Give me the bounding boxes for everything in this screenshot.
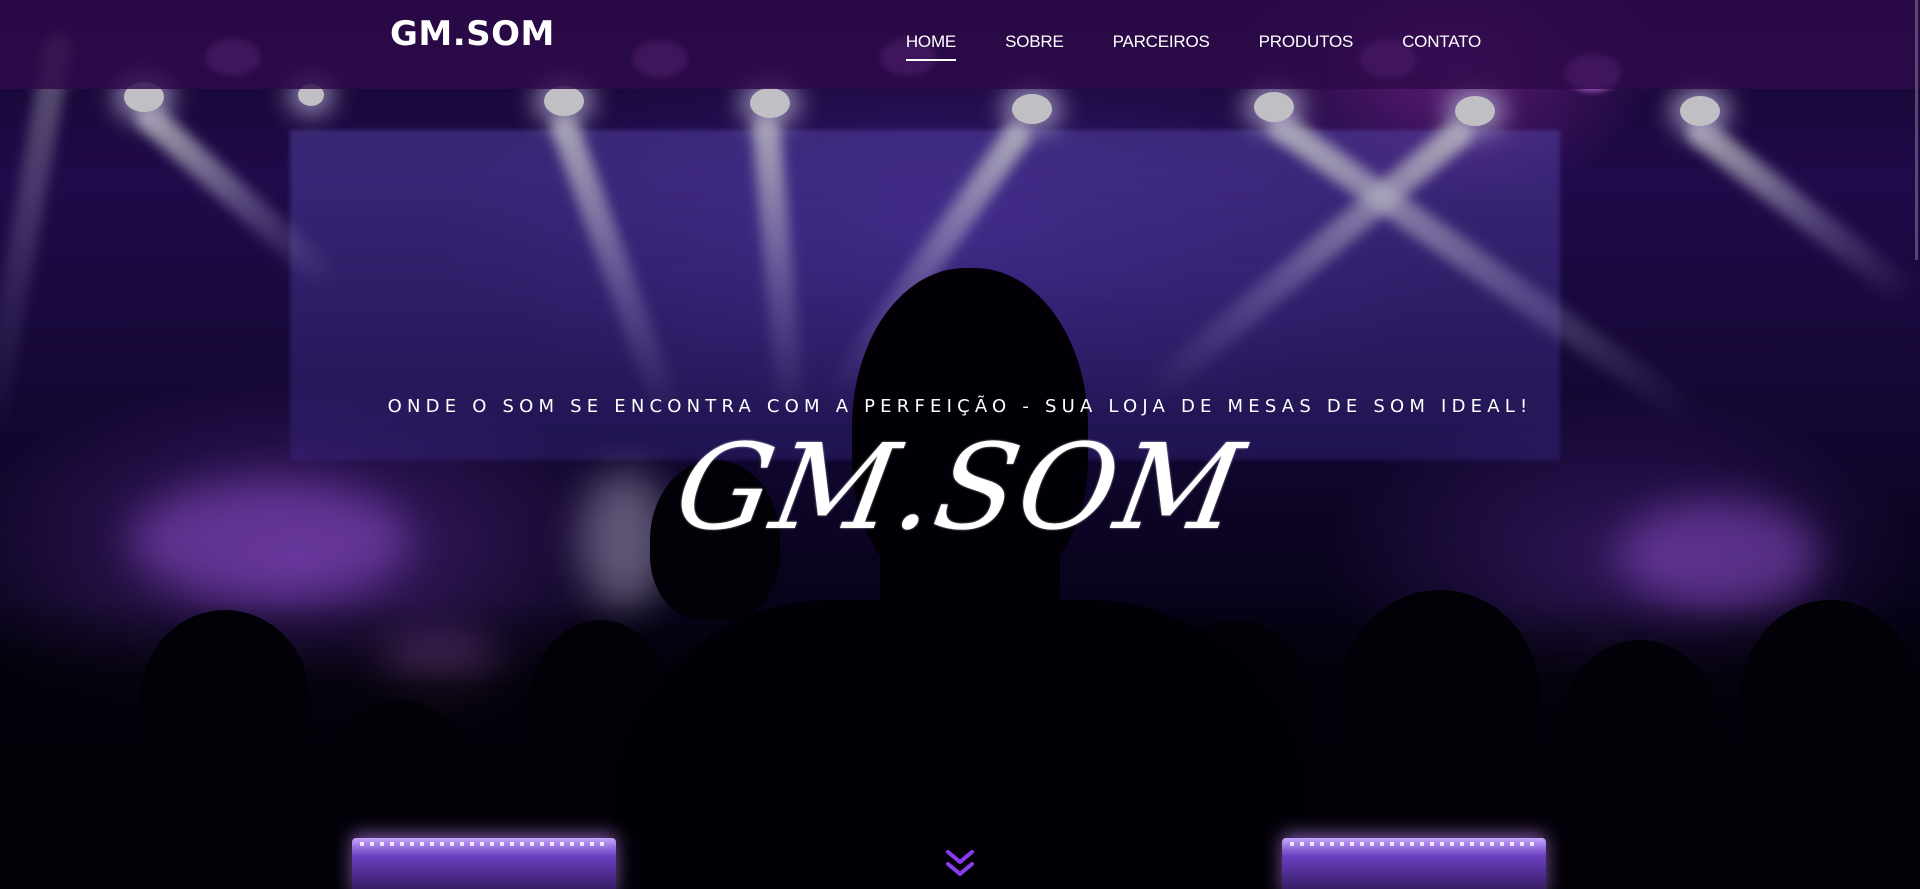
nav-item-sobre[interactable]: SOBRE [1005, 32, 1064, 52]
audience-head [330, 700, 470, 850]
audience-head [1560, 640, 1720, 820]
main-nav: HOME SOBRE PARCEIROS PRODUTOS CONTATO [857, 32, 1481, 61]
engineer-shoulders [610, 600, 1310, 889]
page-scrollbar[interactable] [1915, 0, 1918, 260]
site-logo[interactable]: GM.SOM [390, 14, 555, 54]
navbar: GM.SOM HOME SOBRE PARCEIROS PRODUTOS CON… [0, 0, 1920, 89]
nav-item-home[interactable]: HOME [905, 32, 957, 61]
mixing-console-right [1282, 838, 1546, 889]
audience-head [140, 610, 310, 790]
nav-item-parceiros[interactable]: PARCEIROS [1113, 32, 1210, 52]
hero-brand-title: GM.SOM [666, 418, 1254, 556]
nav-item-produtos[interactable]: PRODUTOS [1259, 32, 1354, 52]
hero-tagline: ONDE O SOM SE ENCONTRA COM A PERFEIÇÃO -… [387, 396, 1533, 417]
nav-item-contato[interactable]: CONTATO [1402, 32, 1481, 52]
mixing-console-left [352, 838, 616, 889]
audience-head [1340, 590, 1540, 800]
double-chevron-down-icon[interactable] [945, 848, 975, 880]
audience-head [1740, 600, 1920, 800]
